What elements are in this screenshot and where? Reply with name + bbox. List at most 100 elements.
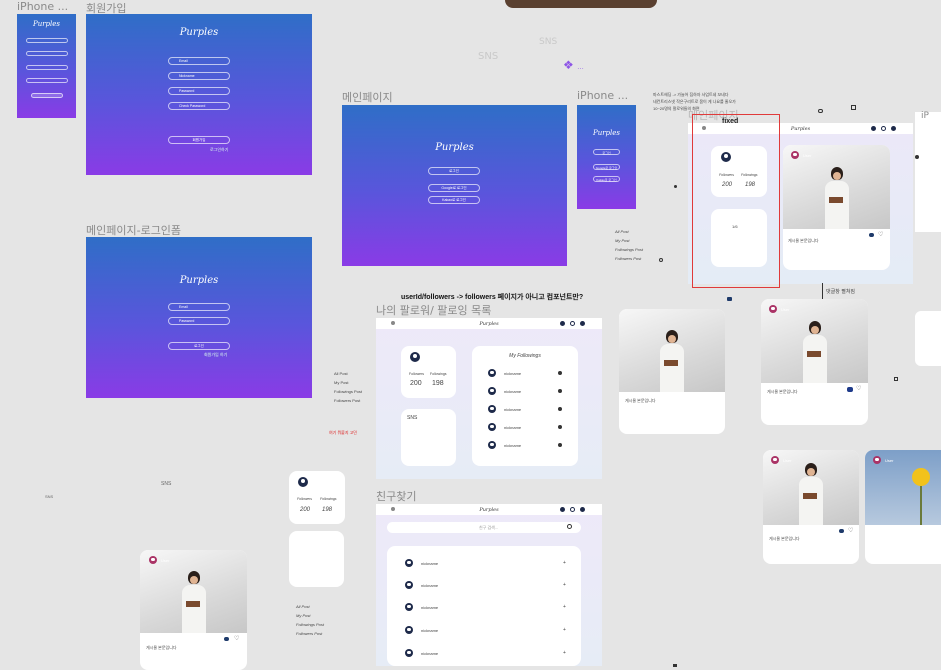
settings-icon[interactable] (558, 407, 562, 411)
comment-icon[interactable] (839, 529, 844, 533)
add-user-icon[interactable] (560, 321, 565, 326)
row-nickname[interactable]: nickname (421, 583, 438, 588)
settings-icon[interactable] (558, 389, 562, 393)
mainpage-google-button[interactable]: Google로 로그인 (428, 184, 480, 192)
heart-icon[interactable]: ♡ (856, 385, 861, 392)
row-nickname[interactable]: nickname (504, 425, 521, 430)
signup-email-field[interactable]: Email (168, 57, 230, 65)
add-user-icon[interactable] (560, 507, 565, 512)
avatar[interactable] (405, 626, 413, 634)
row-nickname[interactable]: nickname (504, 407, 521, 412)
post-user-name[interactable]: User (781, 307, 789, 312)
iphone-kakao-button[interactable]: Kakao로 로그인 (593, 176, 620, 182)
signup-login-link[interactable]: 로그인하기 (210, 147, 228, 153)
row-nickname[interactable]: nickname (504, 389, 521, 394)
mainpage-login-button[interactable]: 로그인 (428, 167, 480, 175)
iphone-nickname-field[interactable] (26, 51, 68, 56)
profile-icon[interactable] (891, 126, 896, 131)
avatar[interactable] (149, 556, 157, 564)
menu-item-followers-post[interactable]: Followers Post (615, 256, 641, 261)
row-nickname[interactable]: nickname (504, 443, 521, 448)
search-icon[interactable] (570, 507, 575, 512)
row-nickname[interactable]: nickname (504, 371, 521, 376)
iphone-google-button[interactable]: Google로 로그인 (593, 164, 620, 170)
menu-item-my-post[interactable]: My Post (334, 380, 348, 385)
signup-password-field[interactable]: Password (168, 87, 230, 95)
post-user-name[interactable]: User (783, 458, 791, 463)
avatar[interactable] (488, 423, 496, 431)
search-icon[interactable] (567, 524, 572, 529)
settings-icon[interactable] (558, 443, 562, 447)
avatar[interactable] (873, 456, 881, 464)
search-icon[interactable] (570, 321, 575, 326)
add-friend-icon[interactable]: + (563, 560, 566, 566)
profile-icon[interactable] (580, 321, 585, 326)
post-user-name[interactable]: User (885, 458, 893, 463)
post-user-name[interactable]: User (161, 558, 169, 563)
comment-icon[interactable] (869, 233, 874, 237)
profile-icon[interactable] (580, 507, 585, 512)
add-friend-icon[interactable]: + (563, 604, 566, 610)
menu-item-my-post[interactable]: My Post (296, 613, 310, 618)
avatar[interactable] (488, 405, 496, 413)
menu-item-followings-post[interactable]: Followings Post (334, 389, 362, 394)
avatar[interactable] (769, 305, 777, 313)
avatar[interactable] (405, 649, 413, 657)
menu-item-followers-post[interactable]: Followers Post (296, 631, 322, 636)
avatar[interactable] (405, 559, 413, 567)
heart-icon[interactable]: ♡ (848, 527, 853, 534)
login-signup-link[interactable]: 회원가입 하기 (204, 352, 227, 358)
row-nickname[interactable]: nickname (421, 605, 438, 610)
avatar[interactable] (410, 352, 420, 362)
heart-icon[interactable]: ♡ (234, 635, 239, 642)
followings-count[interactable]: 198 (432, 380, 444, 387)
avatar[interactable] (488, 369, 496, 377)
component-more-icon[interactable]: … (577, 64, 584, 71)
avatar[interactable] (405, 603, 413, 611)
menu-item-followers-post[interactable]: Followers Post (334, 398, 360, 403)
settings-icon[interactable] (558, 371, 562, 375)
avatar[interactable] (405, 581, 413, 589)
avatar[interactable] (488, 387, 496, 395)
avatar[interactable] (791, 151, 799, 159)
friend-search-input[interactable]: 친구 검색... (387, 522, 581, 533)
heart-icon[interactable]: ♡ (878, 231, 883, 238)
menu-item-my-post[interactable]: My Post (615, 238, 629, 243)
menu-item-all-post[interactable]: All Post (615, 229, 629, 234)
login-email-field[interactable]: Email (168, 303, 230, 311)
home-icon[interactable] (391, 321, 395, 325)
login-password-field[interactable]: Password (168, 317, 230, 325)
avatar[interactable] (771, 456, 779, 464)
add-friend-icon[interactable]: + (563, 650, 566, 656)
iphone-check-password-field[interactable] (26, 78, 68, 83)
row-nickname[interactable]: nickname (421, 628, 438, 633)
signup-check-password-field[interactable]: Check Password (168, 102, 230, 110)
mainpage-kakao-button[interactable]: Kakao로 로그인 (428, 196, 480, 204)
add-friend-icon[interactable]: + (563, 582, 566, 588)
iphone-login-button[interactable]: 로그인 (593, 149, 620, 155)
add-user-icon[interactable] (871, 126, 876, 131)
menu-item-followings-post[interactable]: Followings Post (615, 247, 643, 252)
followings-count[interactable]: 198 (322, 507, 332, 513)
settings-icon[interactable] (558, 425, 562, 429)
iphone-password-field[interactable] (26, 65, 68, 70)
menu-item-all-post[interactable]: All Post (296, 604, 310, 609)
post-user-name[interactable]: User (803, 153, 811, 158)
signup-nickname-field[interactable]: Nickname (168, 72, 230, 80)
avatar[interactable] (488, 441, 496, 449)
comment-icon[interactable] (224, 637, 229, 641)
row-nickname[interactable]: nickname (421, 651, 438, 656)
iphone-email-field[interactable] (26, 38, 68, 43)
iphone-signup-button[interactable] (31, 93, 63, 98)
menu-item-all-post[interactable]: All Post (334, 371, 348, 376)
add-friend-icon[interactable]: + (563, 627, 566, 633)
login-submit-button[interactable]: 로그인 (168, 342, 230, 350)
followers-count[interactable]: 200 (300, 507, 310, 513)
avatar[interactable] (298, 477, 308, 487)
followers-count[interactable]: 200 (410, 380, 422, 387)
home-icon[interactable] (391, 507, 395, 511)
menu-item-followings-post[interactable]: Followings Post (296, 622, 324, 627)
comment-icon[interactable] (847, 387, 853, 392)
search-icon[interactable] (881, 126, 886, 131)
component-diamond-icon[interactable]: ❖ (563, 59, 574, 71)
